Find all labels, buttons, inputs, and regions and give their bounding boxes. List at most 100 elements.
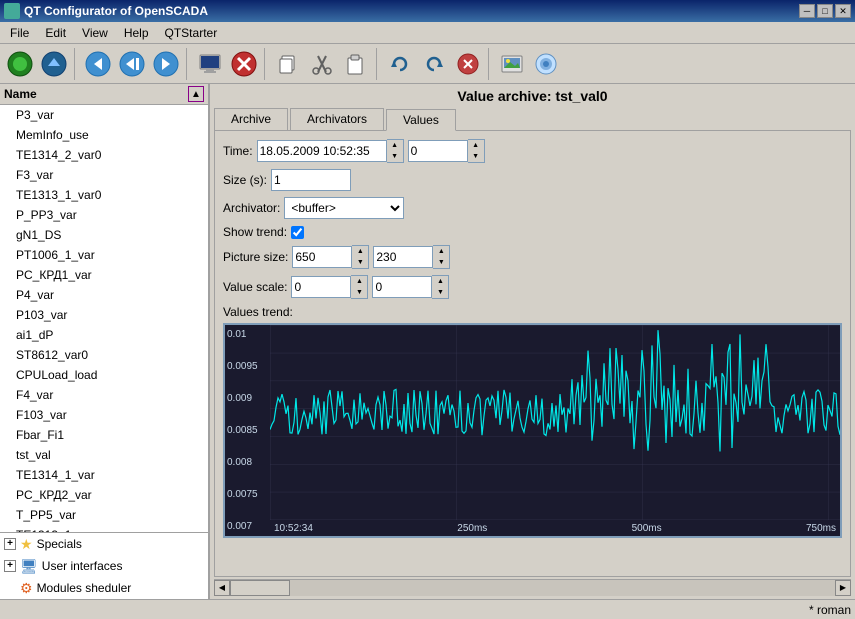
tree-item-tst_val[interactable]: tst_val <box>0 445 208 465</box>
toolbar-refresh-icon[interactable] <box>384 48 416 80</box>
time-offset-spin-down[interactable]: ▼ <box>468 151 484 162</box>
tree-item-gN1_DS[interactable]: gN1_DS <box>0 225 208 245</box>
toolbar-save-icon[interactable] <box>38 48 70 80</box>
tree-item-PT1006_1_var[interactable]: PT1006_1_var <box>0 245 208 265</box>
tree-item-TE1314_2_var0[interactable]: TE1314_2_var0 <box>0 145 208 165</box>
show-trend-checkbox[interactable] <box>291 226 304 239</box>
tree-item-P103_var[interactable]: P103_var <box>0 305 208 325</box>
toolbar-cancel-icon[interactable] <box>452 48 484 80</box>
toolbar-img1-icon[interactable] <box>496 48 528 80</box>
specials-expand[interactable]: + <box>4 538 16 550</box>
gear-icon: ⚙ <box>20 579 33 597</box>
picture-size-h-spin-down[interactable]: ▼ <box>433 257 449 268</box>
maximize-button[interactable]: □ <box>817 4 833 18</box>
content-panel: Value archive: tst_val0 Archive Archivat… <box>210 84 855 599</box>
tree-modules-sheduler[interactable]: ⚙ Modules sheduler <box>0 577 208 599</box>
tree-specials[interactable]: + ★ Specials <box>0 533 208 555</box>
y-label-0.0075: 0.0075 <box>227 489 268 500</box>
tab-content-values: Time: ▲ ▼ ▲ ▼ Size ( <box>214 130 851 577</box>
picture-size-w-group: ▲ ▼ <box>292 245 369 269</box>
time-row: Time: ▲ ▼ ▲ ▼ <box>223 139 842 163</box>
menu-file[interactable]: File <box>2 24 37 42</box>
toolbar-copy-icon[interactable] <box>272 48 304 80</box>
y-label-0.009: 0.009 <box>227 393 268 404</box>
toolbar-forward-icon[interactable] <box>150 48 182 80</box>
menu-view[interactable]: View <box>74 24 116 42</box>
time-offset-spin-btns: ▲ ▼ <box>468 139 485 163</box>
values-trend-label: Values trend: <box>223 305 293 319</box>
scroll-track[interactable] <box>230 580 835 596</box>
tab-values[interactable]: Values <box>386 109 456 131</box>
picture-size-label: Picture size: <box>223 250 288 264</box>
menu-qtstarter[interactable]: QTStarter <box>157 24 226 42</box>
tree-item-T_PP5_var[interactable]: T_PP5_var <box>0 505 208 525</box>
toolbar-sep-2 <box>186 48 190 80</box>
toolbar-prev-icon[interactable] <box>116 48 148 80</box>
archivator-select[interactable]: <buffer> <box>284 197 404 219</box>
tree-item-P3_var[interactable]: P3_var <box>0 105 208 125</box>
scroll-right-button[interactable]: ▶ <box>835 580 851 596</box>
picture-size-w-spin-down[interactable]: ▼ <box>352 257 368 268</box>
time-input-group: ▲ ▼ <box>257 139 404 163</box>
time-spin-up[interactable]: ▲ <box>387 140 403 151</box>
toolbar-stop-icon[interactable] <box>228 48 260 80</box>
toolbar-back-icon[interactable] <box>82 48 114 80</box>
toolbar-img2-icon[interactable] <box>530 48 562 80</box>
value-scale-max-spin-up[interactable]: ▲ <box>432 276 448 287</box>
tab-archivators[interactable]: Archivators <box>290 108 384 130</box>
tree-item-TE1314_1_var[interactable]: TE1314_1_var <box>0 465 208 485</box>
tree-item-PC_KRD1_var[interactable]: PC_КРД1_var <box>0 265 208 285</box>
tree-item-Fbar_Fi1[interactable]: Fbar_Fi1 <box>0 425 208 445</box>
user-interfaces-label: User interfaces <box>42 557 123 575</box>
tree-item-ST8612_var0[interactable]: ST8612_var0 <box>0 345 208 365</box>
tree-item-CPULoad_load[interactable]: CPULoad_load <box>0 365 208 385</box>
size-input[interactable] <box>271 169 351 191</box>
toolbar-cut-icon[interactable] <box>306 48 338 80</box>
time-offset-spin-up[interactable]: ▲ <box>468 140 484 151</box>
tree-item-ai1_dP[interactable]: ai1_dP <box>0 325 208 345</box>
picture-size-w-spin-up[interactable]: ▲ <box>352 246 368 257</box>
main-layout: Name ▲ P3_var MemInfo_use TE1314_2_var0 … <box>0 84 855 599</box>
picture-size-h-spin-up[interactable]: ▲ <box>433 246 449 257</box>
tab-archive[interactable]: Archive <box>214 108 288 130</box>
value-scale-min-input[interactable] <box>291 276 351 298</box>
time-spin-down[interactable]: ▼ <box>387 151 403 162</box>
toolbar-undo-icon[interactable] <box>418 48 450 80</box>
time-input[interactable] <box>257 140 387 162</box>
tree-item-P_PP3_var[interactable]: P_PP3_var <box>0 205 208 225</box>
tree-scroll-up[interactable]: ▲ <box>188 86 204 102</box>
scroll-left-button[interactable]: ◀ <box>214 580 230 596</box>
values-trend-section: Values trend: <box>223 305 842 319</box>
tree-item-P4_var[interactable]: P4_var <box>0 285 208 305</box>
close-button[interactable]: ✕ <box>835 4 851 18</box>
value-scale-max-spin-down[interactable]: ▼ <box>432 287 448 298</box>
toolbar <box>0 44 855 84</box>
tree-item-TE1313_1_var[interactable]: TE1313_1_var <box>0 525 208 532</box>
menu-help[interactable]: Help <box>116 24 157 42</box>
value-scale-min-spin-down[interactable]: ▼ <box>351 287 367 298</box>
value-scale-max-input[interactable] <box>372 276 432 298</box>
tree-item-PC_KRD2_var[interactable]: PC_КРД2_var <box>0 485 208 505</box>
toolbar-paste-icon[interactable] <box>340 48 372 80</box>
toolbar-monitor-icon[interactable] <box>194 48 226 80</box>
value-scale-max-spin-btns: ▲ ▼ <box>432 275 449 299</box>
tree-item-MemInfo_use[interactable]: MemInfo_use <box>0 125 208 145</box>
tree-user-interfaces[interactable]: + 🖥 User interfaces <box>0 555 208 577</box>
picture-size-h-input[interactable] <box>373 246 433 268</box>
tree-item-F103_var[interactable]: F103_var <box>0 405 208 425</box>
time-spin-btns: ▲ ▼ <box>387 139 404 163</box>
picture-size-w-input[interactable] <box>292 246 352 268</box>
tree-item-F4_var[interactable]: F4_var <box>0 385 208 405</box>
tree-item-TE1313_1_var0[interactable]: TE1313_1_var0 <box>0 185 208 205</box>
time-offset-input[interactable] <box>408 140 468 162</box>
scroll-thumb[interactable] <box>230 580 290 596</box>
tree-item-F3_var[interactable]: F3_var <box>0 165 208 185</box>
horizontal-scrollbar[interactable]: ◀ ▶ <box>214 579 851 595</box>
menu-edit[interactable]: Edit <box>37 24 74 42</box>
value-scale-min-spin-up[interactable]: ▲ <box>351 276 367 287</box>
minimize-button[interactable]: ─ <box>799 4 815 18</box>
user-interfaces-expand[interactable]: + <box>4 560 16 572</box>
toolbar-home-icon[interactable] <box>4 48 36 80</box>
archivator-row: Archivator: <buffer> <box>223 197 842 219</box>
tree-scroll[interactable]: P3_var MemInfo_use TE1314_2_var0 F3_var … <box>0 105 208 532</box>
